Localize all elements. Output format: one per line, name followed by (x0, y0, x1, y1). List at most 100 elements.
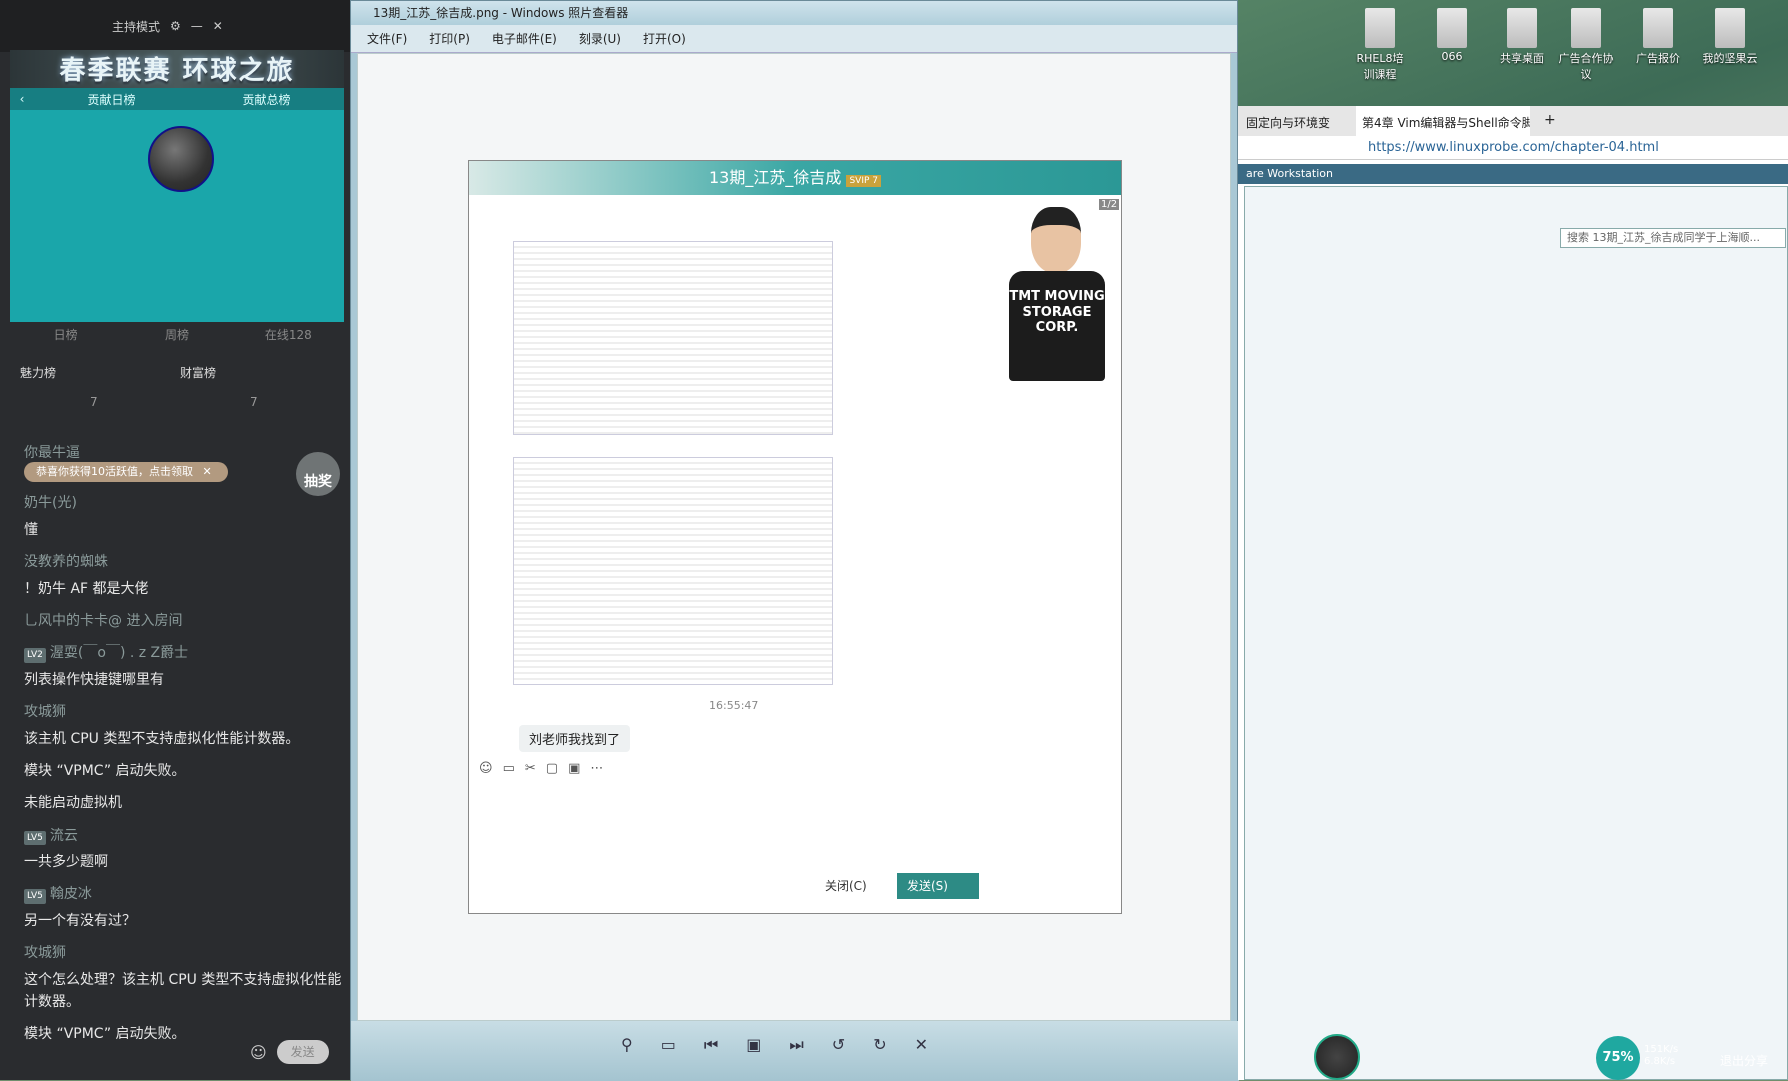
viewer-title: 13期_江苏_徐吉成.png - Windows 照片查看器 (351, 1, 1237, 25)
wealth-rank-label[interactable]: 财富榜 (180, 364, 340, 381)
chat-message: 该主机 CPU 类型不支持虚拟化性能计数器。 (24, 730, 300, 747)
icon-label: 共享桌面 (1500, 52, 1544, 65)
desktop-icon-ad-price[interactable]: 广告报价 (1630, 8, 1686, 66)
desktop-icon-ad-contract[interactable]: 广告合作协议 (1558, 8, 1614, 82)
upload-speed: 151K/s (1644, 1044, 1679, 1055)
new-tab-icon[interactable]: + (1544, 112, 1556, 128)
top-user-avatar[interactable] (148, 126, 214, 192)
emoji-icon[interactable]: ☺ (479, 761, 493, 781)
shirt-text: TMT MOVING STORAGE CORP. (1009, 271, 1105, 381)
chat-username[interactable]: 翰皮冰 (50, 886, 92, 902)
tab-daily-contribution[interactable]: 贡献日榜 (34, 91, 189, 108)
network-speed: 151K/s 6.8K/s (1644, 1044, 1678, 1068)
vmware-title: are Workstation (1238, 164, 1788, 184)
chat-system-message: 乚风中的卡卡@ 进入房间 (24, 612, 183, 629)
chat-username[interactable]: 渥耍(￣o￣) . z Z爵士 (50, 645, 188, 661)
streamer-avatar[interactable] (1314, 1034, 1360, 1080)
desktop-icon-rhel8[interactable]: RHEL8培训课程 (1352, 8, 1408, 82)
chat-window-screenshot: 13期_江苏_徐吉成 SVIP 7 TMT MOVING STORAGE COR… (468, 160, 1122, 914)
delete-icon[interactable]: ✕ (915, 1035, 928, 1055)
emoji-icon[interactable]: ☺ (250, 1043, 267, 1062)
minimize-icon[interactable]: — (191, 19, 203, 33)
chat-message: 模块 “VPMC” 启动失败。 (24, 762, 186, 779)
image-icon[interactable]: ▣ (568, 761, 580, 781)
chat-send-button[interactable]: 发送(S) (897, 873, 979, 899)
browser-window: 固定向与环境变 第4章 Vim编辑器与Shell命令脚 + https://ww… (1238, 106, 1788, 1080)
figure-head (1031, 207, 1081, 273)
menu-print[interactable]: 打印(P) (429, 30, 470, 47)
chat-message: ！奶牛 AF 都是大佬 (24, 580, 149, 597)
slideshow-icon[interactable]: ▣ (746, 1035, 761, 1055)
menu-email[interactable]: 电子邮件(E) (492, 30, 557, 47)
icon-label: RHEL8培训课程 (1356, 52, 1404, 81)
chat-window-title: 13期_江苏_徐吉成 (708, 168, 842, 187)
contribution-tabs: ‹ 贡献日榜 贡献总榜 (10, 88, 344, 110)
gif-icon[interactable]: ▭ (503, 761, 515, 781)
tab-daily[interactable]: 日榜 (10, 326, 121, 348)
toast-text: 恭喜你获得10活跃值，点击领取 (36, 465, 193, 478)
next-icon[interactable]: ⏭ (789, 1035, 803, 1055)
tab-online[interactable]: 在线128 (233, 326, 344, 348)
chat-username[interactable]: 攻城狮 (24, 701, 342, 723)
level-badge: LV5 (24, 830, 46, 846)
scissors-icon[interactable]: ✂ (525, 761, 536, 781)
chat-message: 这个怎么处理？该主机 CPU 类型不支持虚拟化性能计数器。 (24, 971, 342, 1011)
menu-burn[interactable]: 刻录(U) (579, 30, 621, 47)
host-mode-label[interactable]: 主持模式 (112, 18, 160, 35)
audience-tabs: 日榜 周榜 在线128 (10, 326, 344, 348)
tab-weekly[interactable]: 周榜 (121, 326, 232, 348)
close-icon[interactable]: ✕ (213, 19, 223, 33)
menu-file[interactable]: 文件(F) (367, 30, 407, 47)
level-badge: LV5 (24, 889, 46, 904)
message-bubble: 刘老师我找到了 (519, 725, 631, 752)
chat-send-button[interactable]: 发送 (276, 1040, 329, 1064)
network-gauge: 75% (1596, 1036, 1640, 1080)
viewer-menu: 文件(F) 打印(P) 电子邮件(E) 刻录(U) 打开(O) (351, 25, 1237, 53)
tab-active[interactable]: 第4章 Vim编辑器与Shell命令脚 (1356, 106, 1530, 136)
rotate-right-icon[interactable]: ↻ (873, 1035, 886, 1055)
fit-icon[interactable]: ▭ (661, 1035, 676, 1055)
previous-icon[interactable]: ⏮ (704, 1035, 718, 1055)
chat-username[interactable]: 流云 (50, 828, 78, 844)
more-icon[interactable]: ⋯ (590, 761, 603, 781)
explorer-search-input[interactable]: 搜索 13期_江苏_徐吉成同学于上海顺... (1560, 228, 1786, 248)
panel-topbar: 主持模式 ⚙ — ✕ (0, 0, 350, 52)
rotate-left-icon[interactable]: ↺ (832, 1035, 845, 1055)
zoom-icon[interactable]: ⚲ (621, 1035, 633, 1055)
folder-icon[interactable]: ▢ (546, 761, 558, 781)
desktop-icon-066[interactable]: 066 (1424, 8, 1480, 63)
page-counter: 1/2 (1099, 199, 1120, 210)
chat-username[interactable]: 奶牛(光) (24, 492, 342, 514)
contact-avatar-figure: TMT MOVING STORAGE CORP. (989, 197, 1119, 407)
close-icon[interactable]: ✕ (203, 465, 212, 478)
menu-open[interactable]: 打开(O) (643, 30, 686, 47)
chat-message: 一共多少题啊 (24, 854, 108, 871)
chat-message: 懂 (24, 521, 38, 538)
message-time: 16:55:47 (709, 699, 759, 712)
desktop-icon-share-desktop[interactable]: 共享桌面 (1494, 8, 1550, 66)
viewer-control-row: ⚲ ▭ ⏮ ▣ ⏭ ↺ ↻ ✕ (621, 1035, 928, 1055)
chat-message: 未能启动虚拟机 (24, 795, 122, 812)
url-bar[interactable]: https://www.linuxprobe.com/chapter-04.ht… (1238, 136, 1788, 160)
exit-share-button[interactable]: 退出分享 (1720, 1052, 1768, 1069)
back-icon[interactable]: ‹ (10, 92, 34, 106)
icon-label: 066 (1441, 50, 1463, 63)
chat-username[interactable]: 没教养的蜘蛛 (24, 551, 342, 573)
wealth-rank-count: 7 (250, 395, 258, 409)
settings-icon[interactable]: ⚙ (170, 19, 181, 33)
chat-close-button[interactable]: 关闭(C) (825, 877, 867, 894)
exam-result-screenshot (513, 457, 833, 685)
lottery-button[interactable]: 抽奖 (296, 452, 340, 496)
explorer-window (1244, 186, 1788, 1080)
icon-label: 我的坚果云 (1702, 52, 1758, 65)
tab-prev[interactable]: 固定向与环境变 (1246, 114, 1330, 131)
chat-message: 另一个有没有过？ (24, 912, 136, 929)
viewer-controls: ⚲ ▭ ⏮ ▣ ⏭ ↺ ↻ ✕ (351, 1021, 1239, 1081)
activity-toast[interactable]: 恭喜你获得10活跃值，点击领取 ✕ (24, 462, 228, 482)
tab-total-contribution[interactable]: 贡献总榜 (189, 91, 344, 108)
charm-rank-label[interactable]: 魅力榜 (20, 364, 180, 381)
icon-label: 广告合作协议 (1558, 52, 1614, 81)
chat-username[interactable]: 攻城狮 (24, 942, 342, 964)
desktop-icon-jianguoyun[interactable]: 我的坚果云 (1702, 8, 1758, 66)
chat-list: 你最牛逼 奶牛(光) 懂 没教养的蜘蛛 ！奶牛 AF 都是大佬 乚风中的卡卡@ … (24, 442, 342, 1046)
